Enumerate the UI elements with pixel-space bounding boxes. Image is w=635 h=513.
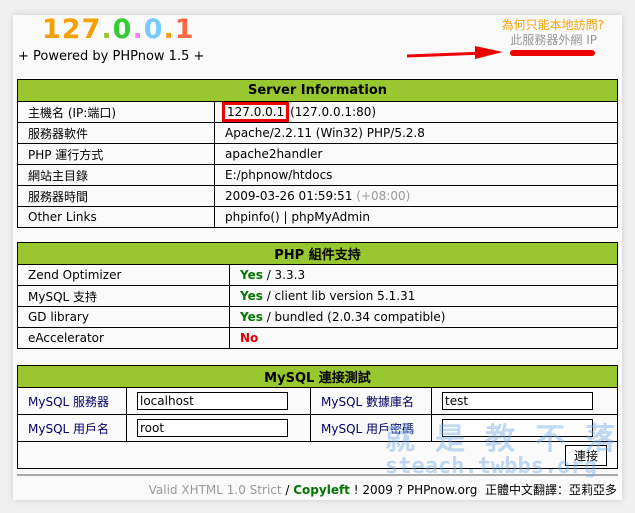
logo-part: . — [132, 14, 144, 45]
mysql-test-table: MySQL 連接測試 MySQL 服務器 MySQL 數據庫名 MySQL 用戶名… — [17, 365, 618, 469]
server-info-title: Server Information — [17, 79, 618, 102]
row-label: 網站主目錄 — [17, 164, 215, 186]
mysql-db-input[interactable] — [442, 392, 593, 410]
connect-button[interactable]: 連接 — [564, 444, 607, 466]
row-label: GD library — [17, 306, 230, 328]
phpinfo-link[interactable]: phpinfo() — [225, 210, 280, 224]
row-label: 主機名 (IP:端口) — [17, 101, 215, 123]
separator: / — [281, 483, 294, 497]
separator: | — [279, 210, 292, 224]
status: No — [240, 331, 259, 345]
logo-part: 0 — [143, 14, 164, 45]
table-row: 服務器軟件 Apache/2.2.11 (Win32) PHP/5.2.8 — [17, 122, 618, 144]
host-ip-highlight: 127.0.0.1 — [221, 102, 290, 122]
server-info-table: Server Information 主機名 (IP:端口) 127.0.0.1 … — [17, 79, 618, 228]
detail: / 3.3.3 — [262, 268, 306, 282]
user-label: MySQL 用戶名 — [17, 414, 127, 442]
logo-part: 1 — [174, 14, 195, 45]
powered-by: + Powered by PHPnow 1.5 + — [18, 49, 205, 64]
table-row: Zend Optimizer Yes / 3.3.3 — [17, 264, 618, 286]
phpmyadmin-link[interactable]: phpMyAdmin — [291, 210, 370, 224]
table-row: eAccelerator No — [17, 327, 618, 349]
password-label: MySQL 用戶密碼 — [310, 414, 432, 442]
timezone: (+08:00) — [356, 189, 411, 203]
logo-part: 0 — [112, 14, 133, 45]
host-port: (127.0.0.1:80) — [290, 105, 377, 119]
status: Yes — [240, 268, 263, 282]
logo-part: 127 — [42, 14, 102, 45]
mysql-user-input[interactable] — [137, 419, 288, 437]
row-value: 2009-03-26 01:59:51 — [225, 189, 353, 203]
mysql-test-title: MySQL 連接測試 — [17, 365, 618, 388]
detail: / client lib version 5.1.31 — [262, 289, 416, 303]
row-value: Apache/2.2.11 (Win32) PHP/5.2.8 — [214, 122, 618, 144]
status: Yes — [240, 310, 263, 324]
php-components-table: PHP 組件支持 Zend Optimizer Yes / 3.3.3 MySQL… — [17, 242, 618, 349]
row-label: Zend Optimizer — [17, 264, 230, 286]
table-row: 服務器時間 2009-03-26 01:59:51 (+08:00) — [17, 185, 618, 207]
footer: Valid XHTML 1.0 Strict / Copyleft ! 2009… — [149, 481, 617, 498]
logo-part: . — [101, 14, 113, 45]
translation-credit: 正體中文翻譯：亞莉亞多 — [484, 483, 617, 497]
db-label: MySQL 數據庫名 — [310, 387, 432, 415]
table-row: 網站主目錄 E:/phpnow/htdocs — [17, 164, 618, 186]
logo-part: . — [163, 14, 175, 45]
table-row: Other Links phpinfo() | phpMyAdmin — [17, 206, 618, 228]
row-label: MySQL 支持 — [17, 285, 230, 307]
red-arrow-annotation — [406, 46, 595, 59]
server-label: MySQL 服務器 — [17, 387, 127, 415]
copyright-text: ! 2009 ? PHPnow.org — [349, 483, 478, 497]
mysql-password-input[interactable] — [442, 419, 593, 437]
status: Yes — [240, 289, 263, 303]
row-label: 服務器軟件 — [17, 122, 215, 144]
row-label: Other Links — [17, 206, 215, 228]
table-row: 主機名 (IP:端口) 127.0.0.1 (127.0.0.1:80) — [17, 101, 618, 123]
copyleft-link[interactable]: Copyleft — [293, 483, 350, 497]
row-label: PHP 運行方式 — [17, 143, 215, 165]
table-row: GD library Yes / bundled (2.0.34 compatib… — [17, 306, 618, 328]
row-value: E:/phpnow/htdocs — [214, 164, 618, 186]
detail: / bundled (2.0.34 compatible) — [262, 310, 446, 324]
logo: 127.0.0.1 — [42, 14, 195, 45]
row-label: 服務器時間 — [17, 185, 215, 207]
footer-divider — [17, 474, 618, 476]
valid-xhtml-link[interactable]: Valid XHTML 1.0 Strict — [149, 483, 282, 497]
row-label: eAccelerator — [17, 327, 230, 349]
mysql-server-input[interactable] — [137, 392, 288, 410]
php-components-title: PHP 組件支持 — [17, 242, 618, 265]
table-row: MySQL 支持 Yes / client lib version 5.1.31 — [17, 285, 618, 307]
table-row: PHP 運行方式 apache2handler — [17, 143, 618, 165]
row-value: apache2handler — [214, 143, 618, 165]
